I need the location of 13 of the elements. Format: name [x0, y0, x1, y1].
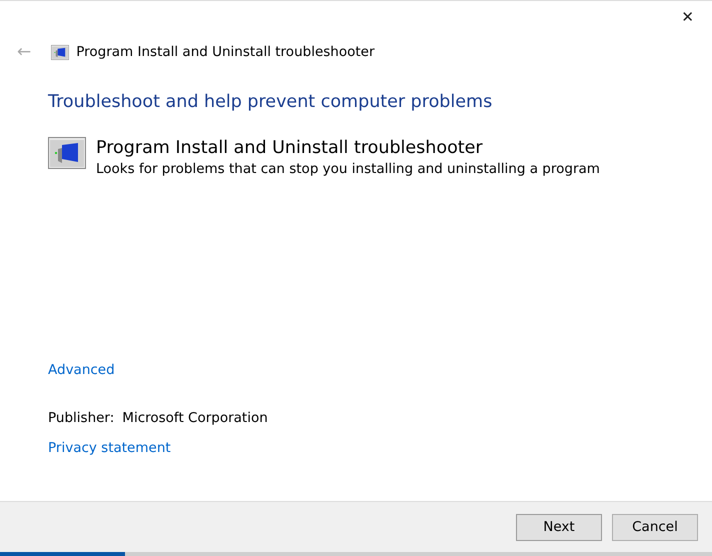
advanced-link[interactable]: Advanced [48, 362, 115, 378]
troubleshooter-description: Looks for problems that can stop you installing and uninstalling a program [96, 160, 600, 180]
privacy-link[interactable]: Privacy statement [48, 440, 171, 456]
cancel-button[interactable]: Cancel [612, 514, 698, 540]
troubleshooter-title: Program Install and Uninstall troubleshooter [96, 137, 484, 160]
close-button[interactable]: ✕ [675, 7, 700, 28]
page-heading: Troubleshoot and help prevent computer problems [48, 91, 494, 114]
publisher-label: Publisher: [48, 410, 114, 426]
publisher-name: Microsoft Corporation [122, 410, 268, 426]
next-button[interactable]: Next [516, 514, 602, 540]
window-title: Program Install and Uninstall troubleshooter [76, 42, 375, 62]
computer-icon [51, 44, 70, 60]
computer-icon [48, 137, 86, 170]
